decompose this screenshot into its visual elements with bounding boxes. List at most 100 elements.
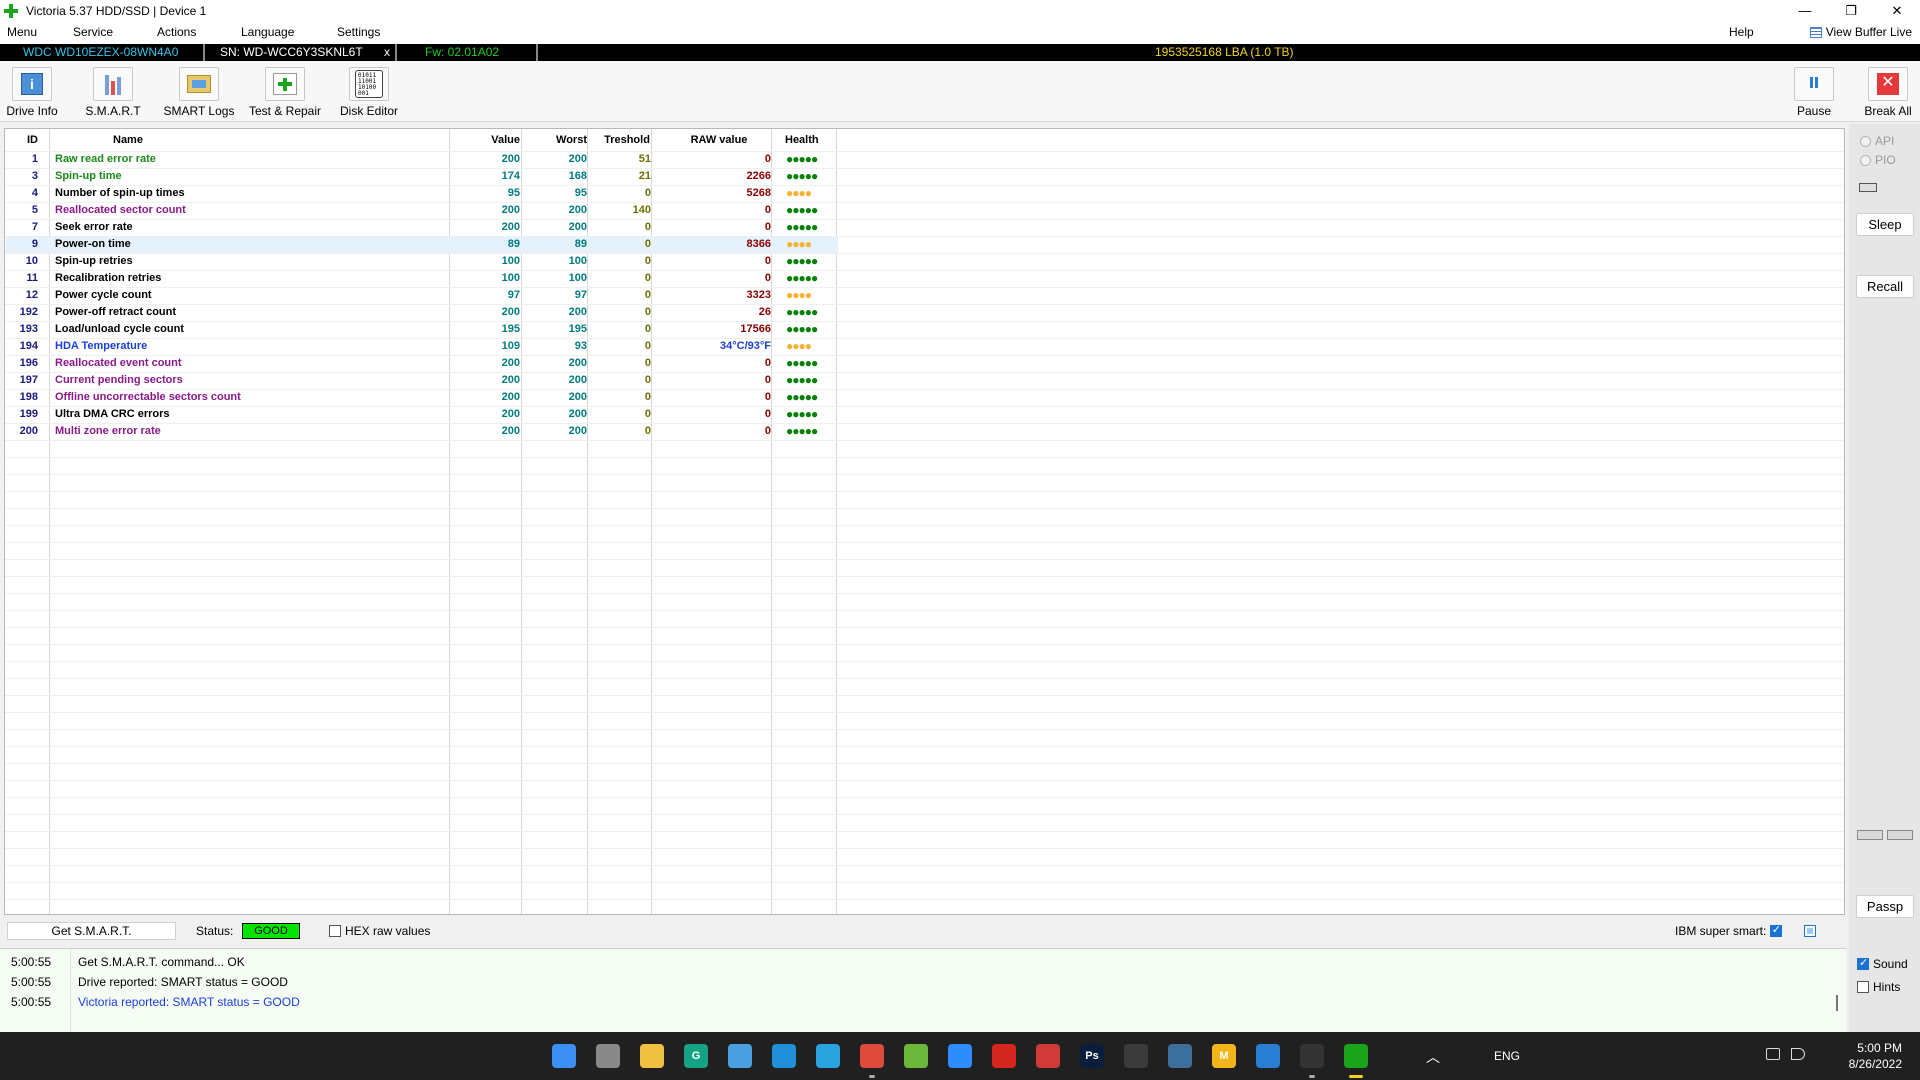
tray-chevron-icon[interactable]: ︿	[1426, 1047, 1440, 1067]
small-toggle-right[interactable]	[1887, 830, 1913, 840]
chrome-icon[interactable]	[860, 1044, 884, 1068]
pio-radio[interactable]: PIO	[1860, 153, 1896, 167]
log-time: 5:00:55	[11, 955, 52, 969]
table-row[interactable]: 194 HDA Temperature 109 93 0 34°C/93°F ●●●●	[5, 338, 844, 355]
smart-button[interactable]: S.M.A.R.T	[82, 67, 144, 118]
col-header-raw[interactable]: RAW value	[659, 129, 779, 151]
language-indicator[interactable]: ENG	[1494, 1049, 1520, 1063]
drive-info-button[interactable]: i Drive Info	[6, 67, 58, 118]
col-header-worst[interactable]: Worst	[528, 129, 595, 151]
menu-item-settings[interactable]: Settings	[337, 25, 380, 39]
table-row[interactable]: 199 Ultra DMA CRC errors 200 200 0 0 ●●●●●	[5, 406, 844, 423]
col-header-threshold[interactable]: Treshold	[595, 129, 659, 151]
table-row[interactable]: 192 Power-off retract count 200 200 0 26 ●●●●●	[5, 304, 844, 321]
telegram-icon[interactable]	[816, 1044, 840, 1068]
calculator-app-icon[interactable]	[1036, 1044, 1060, 1068]
log-message: Drive reported: SMART status = GOOD	[78, 975, 288, 989]
table-row[interactable]: 200 Multi zone error rate 200 200 0 0 ●●●●●	[5, 423, 844, 440]
photoshop-icon[interactable]: Ps	[1080, 1044, 1104, 1068]
drive-info-label: Drive Info	[6, 104, 58, 118]
davinci-icon[interactable]	[1124, 1044, 1148, 1068]
table-row[interactable]: 4 Number of spin-up times 95 95 0 5268 ●●●●	[5, 185, 844, 202]
small-toggle-left[interactable]	[1857, 830, 1883, 840]
file-explorer-icon[interactable]	[640, 1044, 664, 1068]
device-close-button[interactable]: x	[384, 45, 390, 59]
maximize-button[interactable]: ❐	[1828, 0, 1874, 22]
terminal-icon[interactable]	[1300, 1044, 1324, 1068]
col-header-health[interactable]: Health	[779, 129, 844, 151]
menu-item-service[interactable]: Service	[73, 25, 113, 39]
menu-item-help[interactable]: Help	[1729, 25, 1754, 39]
cell-value: 200	[501, 357, 520, 369]
recall-button[interactable]: Recall	[1856, 275, 1914, 298]
table-row[interactable]: 3 Spin-up time 174 168 21 2266 ●●●●●	[5, 168, 844, 185]
ibm-super-smart-checkbox[interactable]: IBM super smart:	[1675, 923, 1786, 938]
m-app-icon[interactable]: M	[1212, 1044, 1236, 1068]
sound-checkbox[interactable]: Sound	[1857, 956, 1908, 971]
cell-id: 200	[19, 425, 38, 437]
table-row[interactable]: 193 Load/unload cycle count 195 195 0 17566 ●●…	[5, 321, 844, 338]
table-row[interactable]: 197 Current pending sectors 200 200 0 0 ●●●●●	[5, 372, 844, 389]
table-row[interactable]: 1 Raw read error rate 200 200 51 0 ●●●●●	[5, 151, 844, 168]
start-icon[interactable]	[552, 1044, 576, 1068]
col-header-value[interactable]: Value	[456, 129, 528, 151]
minimize-button[interactable]: —	[1782, 0, 1828, 22]
port-selector[interactable]	[1859, 183, 1877, 192]
sound-label: Sound	[1873, 957, 1908, 971]
table-row[interactable]: 5 Reallocated sector count 200 200 140 0 ●●●●●	[5, 202, 844, 219]
view-buffer-live[interactable]: View Buffer Live	[1809, 25, 1912, 39]
smart-logs-button[interactable]: SMART Logs	[160, 67, 238, 118]
network-icon[interactable]	[1766, 1048, 1780, 1060]
table-row[interactable]: 9 Power-on time 89 89 0 8366 ●●●●	[5, 236, 844, 253]
pause-button[interactable]: Pause	[1790, 67, 1838, 118]
victoria-icon[interactable]	[1344, 1044, 1368, 1068]
table-row[interactable]: 10 Spin-up retries 100 100 0 0 ●●●●●	[5, 253, 844, 270]
get-smart-button[interactable]: Get S.M.A.R.T.	[7, 922, 176, 940]
volume-icon[interactable]	[1791, 1048, 1805, 1060]
sleep-button[interactable]: Sleep	[1856, 213, 1914, 236]
table-row[interactable]: 7 Seek error rate 200 200 0 0 ●●●●●	[5, 219, 844, 236]
table-row[interactable]: 196 Reallocated event count 200 200 0 0 ●●●●●	[5, 355, 844, 372]
ibm-option-box[interactable]	[1804, 925, 1816, 937]
folder-icon	[187, 75, 211, 93]
hex-raw-checkbox[interactable]: HEX raw values	[329, 924, 430, 938]
menu-item-menu[interactable]: Menu	[7, 25, 37, 39]
device-model[interactable]: WDC WD10EZEX-08WN4A0	[23, 45, 178, 59]
window-title: Victoria 5.37 HDD/SSD | Device 1	[26, 4, 207, 18]
cell-name: Power-on time	[55, 238, 131, 250]
vm-app-icon[interactable]	[1168, 1044, 1192, 1068]
acrobat-icon[interactable]	[992, 1044, 1016, 1068]
sync-app-icon[interactable]	[1256, 1044, 1280, 1068]
grammarly-icon[interactable]: G	[684, 1044, 708, 1068]
task-view-icon[interactable]	[596, 1044, 620, 1068]
hints-checkbox[interactable]: Hints	[1857, 980, 1900, 994]
menu-bar: Menu Service Actions Language Settings H…	[0, 22, 1920, 44]
table-row[interactable]: 11 Recalibration retries 100 100 0 0 ●●●●●	[5, 270, 844, 287]
clock[interactable]: 5:00 PM 8/26/2022	[1849, 1040, 1902, 1072]
close-button[interactable]: ✕	[1874, 0, 1920, 22]
log-scrollbar[interactable]	[1836, 995, 1838, 1011]
menu-item-actions[interactable]: Actions	[157, 25, 196, 39]
col-header-id[interactable]: ID	[5, 129, 46, 151]
log-time: 5:00:55	[11, 995, 52, 1009]
break-all-button[interactable]: ✕ Break All	[1862, 67, 1914, 118]
cell-id: 12	[25, 289, 38, 301]
test-repair-button[interactable]: Test & Repair	[246, 67, 324, 118]
passp-button[interactable]: Passp	[1856, 895, 1914, 918]
cell-raw: 0	[764, 408, 771, 420]
photos-icon[interactable]	[728, 1044, 752, 1068]
table-row[interactable]: 198 Offline uncorrectable sectors count 20…	[5, 389, 844, 406]
zoom-icon[interactable]	[948, 1044, 972, 1068]
status-label: Status:	[196, 924, 234, 938]
edge-icon[interactable]	[772, 1044, 796, 1068]
utorrent-icon[interactable]	[904, 1044, 928, 1068]
menu-item-language[interactable]: Language	[241, 25, 294, 39]
disk-editor-button[interactable]: 01011 11001 10100 001 Disk Editor	[336, 67, 402, 118]
cell-id: 197	[19, 374, 38, 386]
api-radio[interactable]: API	[1860, 134, 1894, 148]
table-row[interactable]: 12 Power cycle count 97 97 0 3323 ●●●●	[5, 287, 844, 304]
col-header-name[interactable]: Name	[46, 129, 456, 151]
cell-health: ●●●●●	[786, 390, 818, 404]
cell-worst: 200	[568, 374, 587, 386]
pause-label: Pause	[1796, 104, 1832, 118]
